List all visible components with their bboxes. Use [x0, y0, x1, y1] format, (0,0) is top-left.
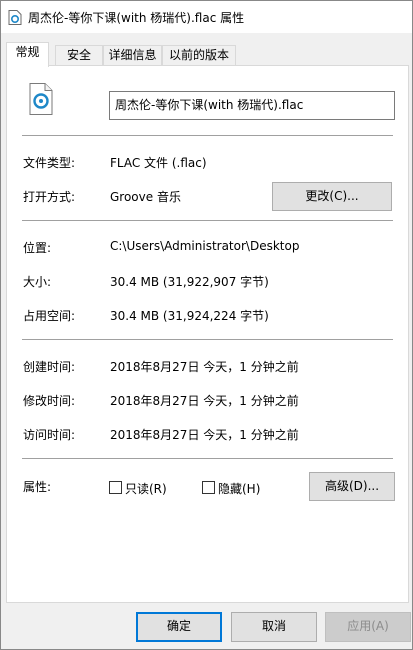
- separator: [22, 458, 393, 459]
- ok-button[interactable]: 确定: [136, 612, 222, 642]
- advanced-button[interactable]: 高级(D)...: [309, 472, 395, 501]
- general-panel: 周杰伦-等你下课(with 杨瑞代).flac 文件类型: FLAC 文件 (.…: [6, 65, 409, 603]
- window-title: 周杰伦-等你下课(with 杨瑞代).flac 属性: [28, 11, 245, 25]
- hidden-checkbox[interactable]: [202, 481, 215, 494]
- tab-general[interactable]: 常规: [6, 42, 49, 67]
- separator: [22, 339, 393, 340]
- created-label: 创建时间:: [23, 360, 76, 374]
- location-label: 位置:: [23, 241, 52, 255]
- tab-security[interactable]: 安全: [55, 45, 103, 66]
- accessed-value: 2018年8月27日 今天，1 分钟之前: [110, 428, 299, 442]
- separator: [22, 220, 393, 221]
- size-label: 大小:: [23, 275, 52, 289]
- location-value: C:\Users\Administrator\Desktop: [110, 239, 300, 253]
- separator: [22, 135, 393, 136]
- accessed-label: 访问时间:: [23, 428, 76, 442]
- title-bar[interactable]: 周杰伦-等你下课(with 杨瑞代).flac 属性: [1, 1, 412, 33]
- size-on-disk-label: 占用空间:: [23, 309, 76, 323]
- file-name-field[interactable]: 周杰伦-等你下课(with 杨瑞代).flac: [109, 91, 395, 120]
- open-with-value: Groove 音乐: [110, 190, 181, 204]
- music-file-icon: [29, 83, 53, 115]
- tab-previous-versions[interactable]: 以前的版本: [162, 45, 236, 66]
- open-with-label: 打开方式:: [23, 190, 76, 204]
- size-value: 30.4 MB (31,922,907 字节): [110, 275, 269, 289]
- created-value: 2018年8月27日 今天，1 分钟之前: [110, 360, 299, 374]
- readonly-label[interactable]: 只读(R): [125, 480, 167, 497]
- hidden-label[interactable]: 隐藏(H): [218, 480, 260, 497]
- size-on-disk-value: 30.4 MB (31,924,224 字节): [110, 309, 269, 323]
- tab-details[interactable]: 详细信息: [103, 45, 162, 66]
- change-button[interactable]: 更改(C)...: [272, 182, 392, 211]
- file-type-label: 文件类型:: [23, 156, 76, 170]
- file-icon: [8, 10, 22, 25]
- cancel-button[interactable]: 取消: [231, 612, 317, 642]
- modified-value: 2018年8月27日 今天，1 分钟之前: [110, 394, 299, 408]
- tab-strip: 常规 安全 详细信息 以前的版本: [6, 42, 406, 67]
- attributes-label: 属性:: [23, 480, 52, 494]
- readonly-checkbox[interactable]: [109, 481, 122, 494]
- file-type-value: FLAC 文件 (.flac): [110, 156, 207, 170]
- properties-dialog: 周杰伦-等你下课(with 杨瑞代).flac 属性 常规 安全 详细信息 以前…: [0, 0, 413, 650]
- apply-button[interactable]: 应用(A): [325, 612, 411, 642]
- modified-label: 修改时间:: [23, 394, 76, 408]
